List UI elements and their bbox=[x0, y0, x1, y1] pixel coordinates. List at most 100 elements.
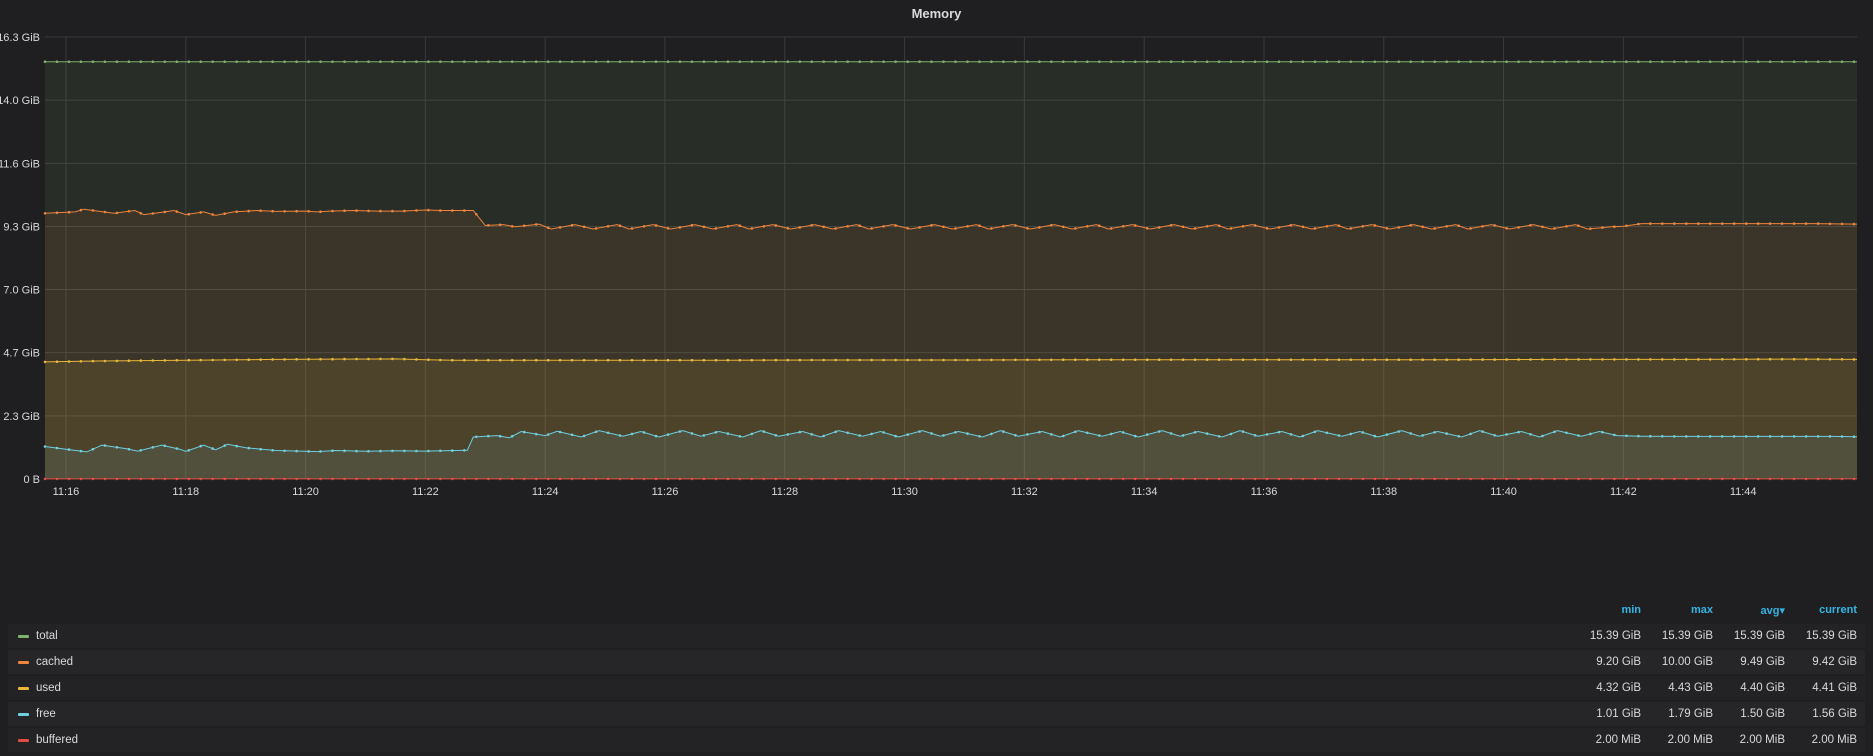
data-point-used bbox=[343, 357, 346, 361]
data-point-buffered bbox=[1289, 477, 1293, 481]
data-point-total bbox=[1301, 60, 1305, 63]
data-point-total bbox=[451, 60, 454, 63]
data-point-cached bbox=[894, 224, 897, 227]
data-point-cached bbox=[642, 225, 646, 228]
legend-value-min: 1.01 GiB bbox=[1596, 708, 1641, 720]
data-point-buffered bbox=[990, 477, 993, 481]
data-point-used bbox=[1828, 358, 1832, 361]
data-point-cached bbox=[750, 227, 754, 230]
data-point-total bbox=[1098, 60, 1101, 63]
data-point-cached bbox=[1169, 223, 1173, 227]
data-point-cached bbox=[79, 208, 83, 212]
legend-row-used[interactable]: used 4.32 GiB 4.43 GiB 4.40 GiB 4.41 GiB bbox=[8, 676, 1865, 700]
data-point-buffered bbox=[1038, 477, 1041, 481]
data-point-buffered bbox=[1697, 477, 1700, 481]
data-point-free bbox=[55, 446, 59, 450]
legend-color-swatch[interactable] bbox=[18, 661, 29, 664]
data-point-cached bbox=[1133, 224, 1137, 227]
legend-row-total[interactable]: total 15.39 GiB 15.39 GiB 15.39 GiB 15.39 Gi… bbox=[8, 624, 1865, 648]
data-point-cached bbox=[187, 212, 191, 216]
legend-series-name[interactable]: used bbox=[36, 676, 61, 700]
legend-header-current[interactable]: current bbox=[1785, 604, 1857, 616]
legend-series-name[interactable]: free bbox=[36, 702, 56, 726]
data-point-buffered bbox=[534, 477, 538, 481]
data-point-free bbox=[1385, 433, 1389, 436]
legend-color-swatch[interactable] bbox=[18, 739, 29, 742]
data-point-total bbox=[1613, 60, 1616, 63]
data-point-total bbox=[522, 60, 526, 63]
data-point-total bbox=[1828, 60, 1832, 63]
data-point-buffered bbox=[630, 477, 634, 481]
legend-header-avg[interactable]: avg▾ bbox=[1713, 604, 1786, 617]
data-point-free bbox=[1145, 433, 1149, 436]
data-point-buffered bbox=[1361, 477, 1365, 481]
data-point-buffered bbox=[510, 477, 514, 481]
legend-row-cached[interactable]: cached 9.20 GiB 10.00 GiB 9.49 GiB 9.42 GiB bbox=[8, 650, 1865, 674]
legend-color-swatch[interactable] bbox=[18, 635, 29, 638]
data-point-cached bbox=[295, 209, 298, 213]
data-point-used bbox=[1265, 358, 1269, 362]
data-point-used bbox=[930, 358, 933, 362]
memory-chart[interactable]: 0 B 2.3 GiB 4.7 GiB 7.0 GiB 9.3 GiB 11.6 GiB 1… bbox=[0, 0, 1873, 600]
data-point-total bbox=[714, 60, 718, 63]
data-point-total bbox=[319, 60, 322, 63]
data-point-used bbox=[307, 358, 310, 361]
data-point-total bbox=[1780, 60, 1784, 63]
data-point-used bbox=[690, 358, 694, 362]
legend-row-free[interactable]: free 1.01 GiB 1.79 GiB 1.50 GiB 1.56 GiB bbox=[8, 702, 1865, 726]
data-point-total bbox=[271, 60, 274, 63]
data-point-used bbox=[211, 358, 214, 362]
data-point-cached bbox=[199, 211, 202, 214]
data-point-used bbox=[1313, 358, 1317, 362]
legend-series-name[interactable]: buffered bbox=[36, 728, 78, 752]
data-point-free bbox=[666, 433, 670, 436]
data-point-total bbox=[1241, 60, 1245, 63]
legend-series-name[interactable]: cached bbox=[36, 650, 73, 674]
data-point-cached bbox=[594, 227, 598, 230]
data-point-total bbox=[427, 60, 430, 63]
data-point-cached bbox=[127, 210, 131, 213]
data-point-used bbox=[1121, 358, 1125, 362]
data-point-total bbox=[1541, 60, 1544, 63]
data-point-total bbox=[1804, 60, 1808, 63]
data-point-buffered bbox=[966, 477, 969, 481]
data-point-total bbox=[1469, 60, 1472, 63]
data-point-free bbox=[1313, 430, 1317, 434]
data-point-free bbox=[1002, 430, 1005, 433]
data-point-total bbox=[295, 60, 298, 63]
data-point-buffered bbox=[1349, 477, 1353, 481]
data-point-free bbox=[1409, 432, 1412, 435]
data-point-used bbox=[103, 359, 107, 363]
legend-series-name[interactable]: total bbox=[36, 624, 58, 648]
data-point-free bbox=[1337, 434, 1341, 437]
data-point-free bbox=[1457, 435, 1460, 438]
data-point-total bbox=[1792, 60, 1796, 63]
legend-value-avg: 2.00 MiB bbox=[1739, 734, 1785, 746]
data-point-total bbox=[1589, 60, 1592, 63]
legend-row-buffered[interactable]: buffered 2.00 MiB 2.00 MiB 2.00 MiB 2.00 MiB bbox=[8, 728, 1865, 752]
data-point-total bbox=[1744, 60, 1748, 63]
data-point-buffered bbox=[498, 477, 502, 481]
data-point-total bbox=[199, 60, 202, 63]
data-point-buffered bbox=[1828, 477, 1832, 481]
data-point-buffered bbox=[522, 477, 526, 481]
data-point-free bbox=[271, 449, 274, 452]
data-point-used bbox=[1397, 358, 1401, 362]
data-point-buffered bbox=[1421, 477, 1424, 481]
data-point-used bbox=[163, 359, 167, 362]
data-point-cached bbox=[283, 210, 286, 213]
data-point-free bbox=[175, 447, 179, 450]
data-point-used bbox=[1505, 358, 1508, 361]
data-point-buffered bbox=[1637, 477, 1640, 481]
data-point-free bbox=[1433, 431, 1436, 434]
data-point-cached bbox=[415, 209, 418, 212]
data-point-used bbox=[1014, 358, 1017, 362]
legend-header-max[interactable]: max bbox=[1641, 604, 1713, 616]
legend-color-swatch[interactable] bbox=[18, 687, 29, 690]
legend-header-min[interactable]: min bbox=[1569, 604, 1641, 616]
legend-color-swatch[interactable] bbox=[18, 713, 29, 716]
data-point-free bbox=[1181, 434, 1185, 437]
data-point-free bbox=[534, 432, 538, 436]
data-point-total bbox=[834, 60, 837, 63]
data-point-cached bbox=[1038, 226, 1041, 229]
